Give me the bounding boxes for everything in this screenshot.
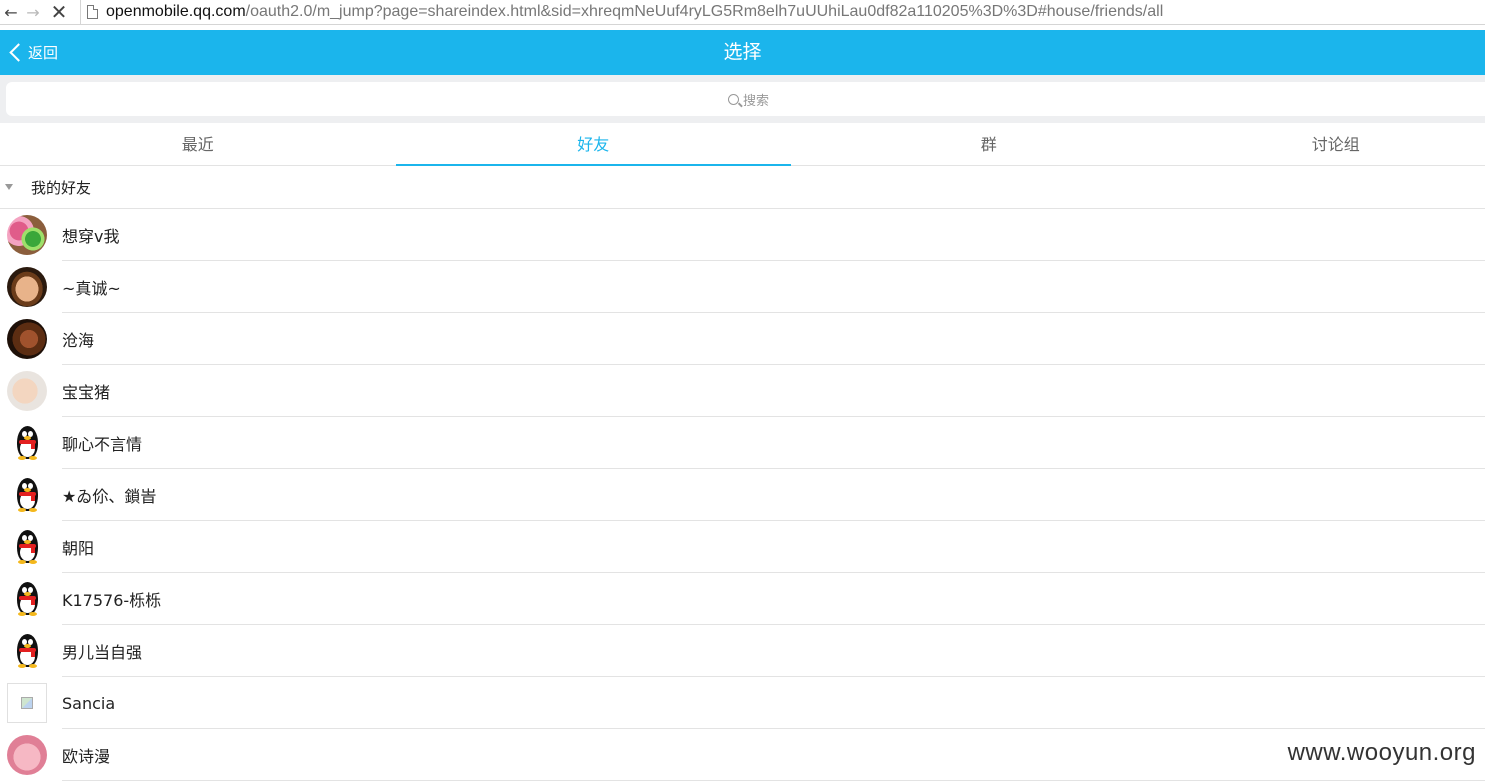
search-input[interactable]: 搜索 xyxy=(6,82,1485,116)
page-icon xyxy=(87,5,98,19)
friend-name: 朝阳 xyxy=(62,539,95,558)
friend-name: ★ゐ伱、鎖峕 xyxy=(62,487,157,506)
friend-row[interactable]: K17576-栎栎 xyxy=(0,573,1485,625)
tab-friends[interactable]: 好友 xyxy=(395,125,792,166)
avatar xyxy=(7,371,47,411)
friend-row[interactable]: ~真诚~ xyxy=(0,261,1485,313)
friend-name: K17576-栎栎 xyxy=(62,591,162,610)
browser-forward-button[interactable]: → xyxy=(22,1,44,23)
qq-penguin-icon xyxy=(7,579,47,619)
browser-stop-button[interactable]: ✕ xyxy=(48,0,70,24)
arrow-left-icon: ← xyxy=(4,2,18,22)
friend-row[interactable]: 欧诗漫 xyxy=(0,729,1485,781)
friend-row[interactable]: 朝阳 xyxy=(0,521,1485,573)
broken-image-icon xyxy=(7,683,47,723)
browser-toolbar: ← → ✕ openmobile.qq.com/oauth2.0/m_jump?… xyxy=(0,0,1485,25)
friend-row[interactable]: Sancia xyxy=(0,677,1485,729)
page-title: 选择 xyxy=(723,41,762,63)
friend-row[interactable]: 宝宝猪 xyxy=(0,365,1485,417)
friend-name: 宝宝猪 xyxy=(62,383,111,402)
search-icon xyxy=(727,93,739,105)
friend-row[interactable]: 沧海 xyxy=(0,313,1485,365)
friend-list: 想穿v我 ~真诚~ 沧海 宝宝猪 聊心不言情 ★ゐ伱、鎖峕 朝阳 K17576-… xyxy=(0,209,1485,781)
friend-name: Sancia xyxy=(62,693,116,713)
avatar xyxy=(7,319,47,359)
tab-bar: 最近 好友 群 讨论组 xyxy=(0,125,1485,166)
search-bar: 搜索 xyxy=(0,75,1485,123)
friend-name: 沧海 xyxy=(62,331,95,350)
qq-penguin-icon xyxy=(7,631,47,671)
group-label: 我的好友 xyxy=(31,178,92,197)
friend-row[interactable]: 男儿当自强 xyxy=(0,625,1485,677)
tab-groups[interactable]: 群 xyxy=(791,125,1187,165)
tab-discussions[interactable]: 讨论组 xyxy=(1187,125,1485,165)
browser-back-button[interactable]: ← xyxy=(0,1,22,23)
qq-penguin-icon xyxy=(7,475,47,515)
friend-name: 想穿v我 xyxy=(62,227,120,246)
arrow-right-icon: → xyxy=(26,2,40,22)
friend-name: ~真诚~ xyxy=(62,279,121,298)
friend-row[interactable]: ★ゐ伱、鎖峕 xyxy=(0,469,1485,521)
close-icon: ✕ xyxy=(50,0,68,24)
friend-row[interactable]: 想穿v我 xyxy=(0,209,1485,261)
avatar xyxy=(7,215,47,255)
address-bar[interactable]: openmobile.qq.com/oauth2.0/m_jump?page=s… xyxy=(80,0,1485,24)
search-placeholder: 搜索 xyxy=(742,93,769,109)
friend-group-header[interactable]: 我的好友 xyxy=(0,166,1485,209)
caret-down-icon xyxy=(5,184,13,190)
friend-row[interactable]: 聊心不言情 xyxy=(0,417,1485,469)
tab-recent[interactable]: 最近 xyxy=(0,125,396,165)
qq-penguin-icon xyxy=(7,423,47,463)
friend-name: 欧诗漫 xyxy=(62,747,111,766)
watermark: www.wooyun.org xyxy=(1287,739,1476,766)
friend-name: 聊心不言情 xyxy=(62,435,143,454)
avatar xyxy=(7,267,47,307)
app-header: 返回 选择 xyxy=(0,30,1485,75)
friend-name: 男儿当自强 xyxy=(62,643,143,662)
avatar xyxy=(7,735,47,775)
url-path: /oauth2.0/m_jump?page=shareindex.html&si… xyxy=(245,3,1164,20)
url-host: openmobile.qq.com xyxy=(106,3,246,20)
qq-penguin-icon xyxy=(7,527,47,567)
